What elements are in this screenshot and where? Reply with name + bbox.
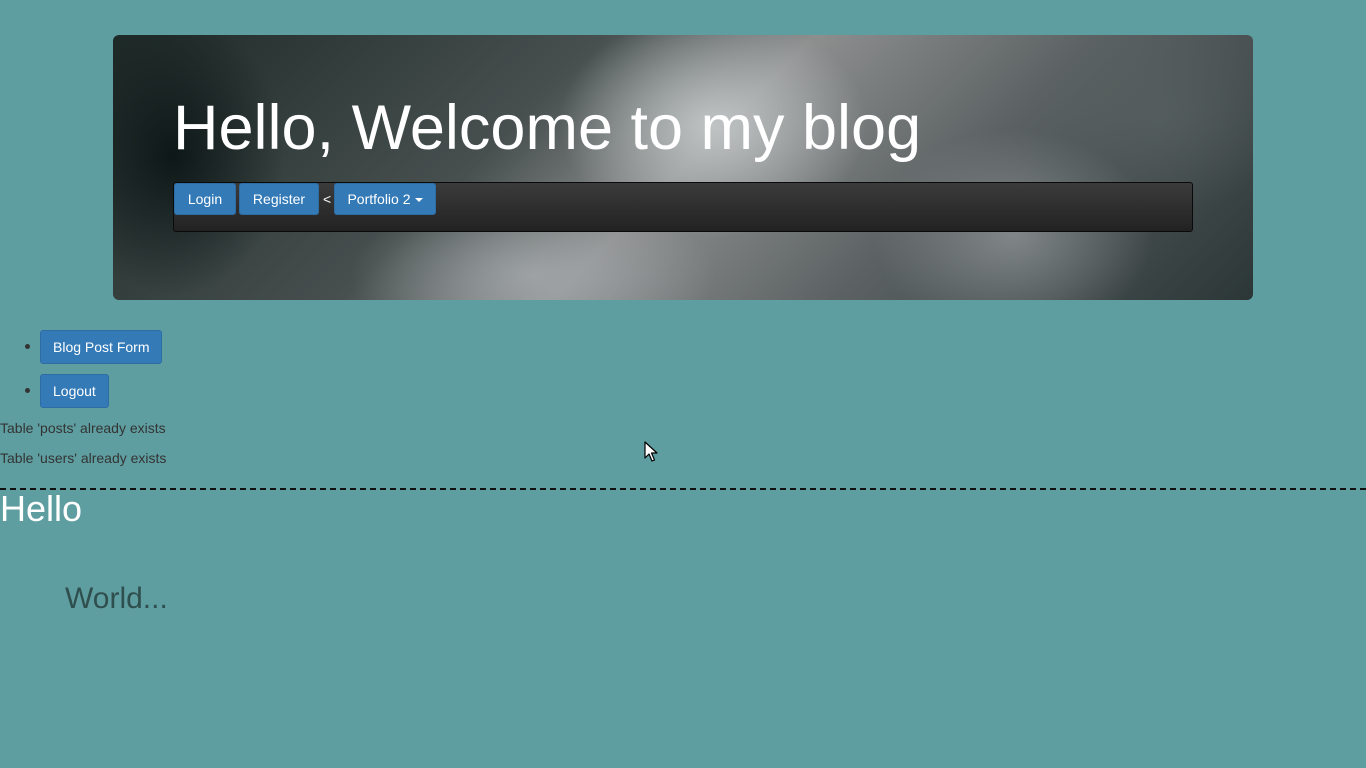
- mouse-cursor-icon: [644, 441, 658, 462]
- login-button[interactable]: Login: [174, 183, 236, 215]
- portfolio-dropdown-label: Portfolio 2: [347, 191, 411, 207]
- top-navbar: Login Register < Portfolio 2: [173, 182, 1193, 232]
- status-message: Table 'users' already exists: [0, 450, 167, 466]
- post-divider: [0, 488, 1366, 490]
- bullet-icon: [25, 388, 30, 393]
- status-message: Table 'posts' already exists: [0, 420, 166, 436]
- page-title: Hello, Welcome to my blog: [173, 93, 922, 163]
- bullet-icon: [25, 344, 30, 349]
- post-body: World...: [65, 582, 168, 615]
- hero-banner: Hello, Welcome to my blog Login Register…: [113, 35, 1253, 300]
- nav-separator: <: [323, 191, 332, 207]
- portfolio-dropdown-button[interactable]: Portfolio 2: [334, 183, 436, 215]
- register-button[interactable]: Register: [239, 183, 319, 215]
- caret-down-icon: [414, 198, 423, 203]
- logout-button[interactable]: Logout: [40, 374, 109, 408]
- blog-post-form-button[interactable]: Blog Post Form: [40, 330, 163, 364]
- post-title: Hello: [0, 488, 83, 529]
